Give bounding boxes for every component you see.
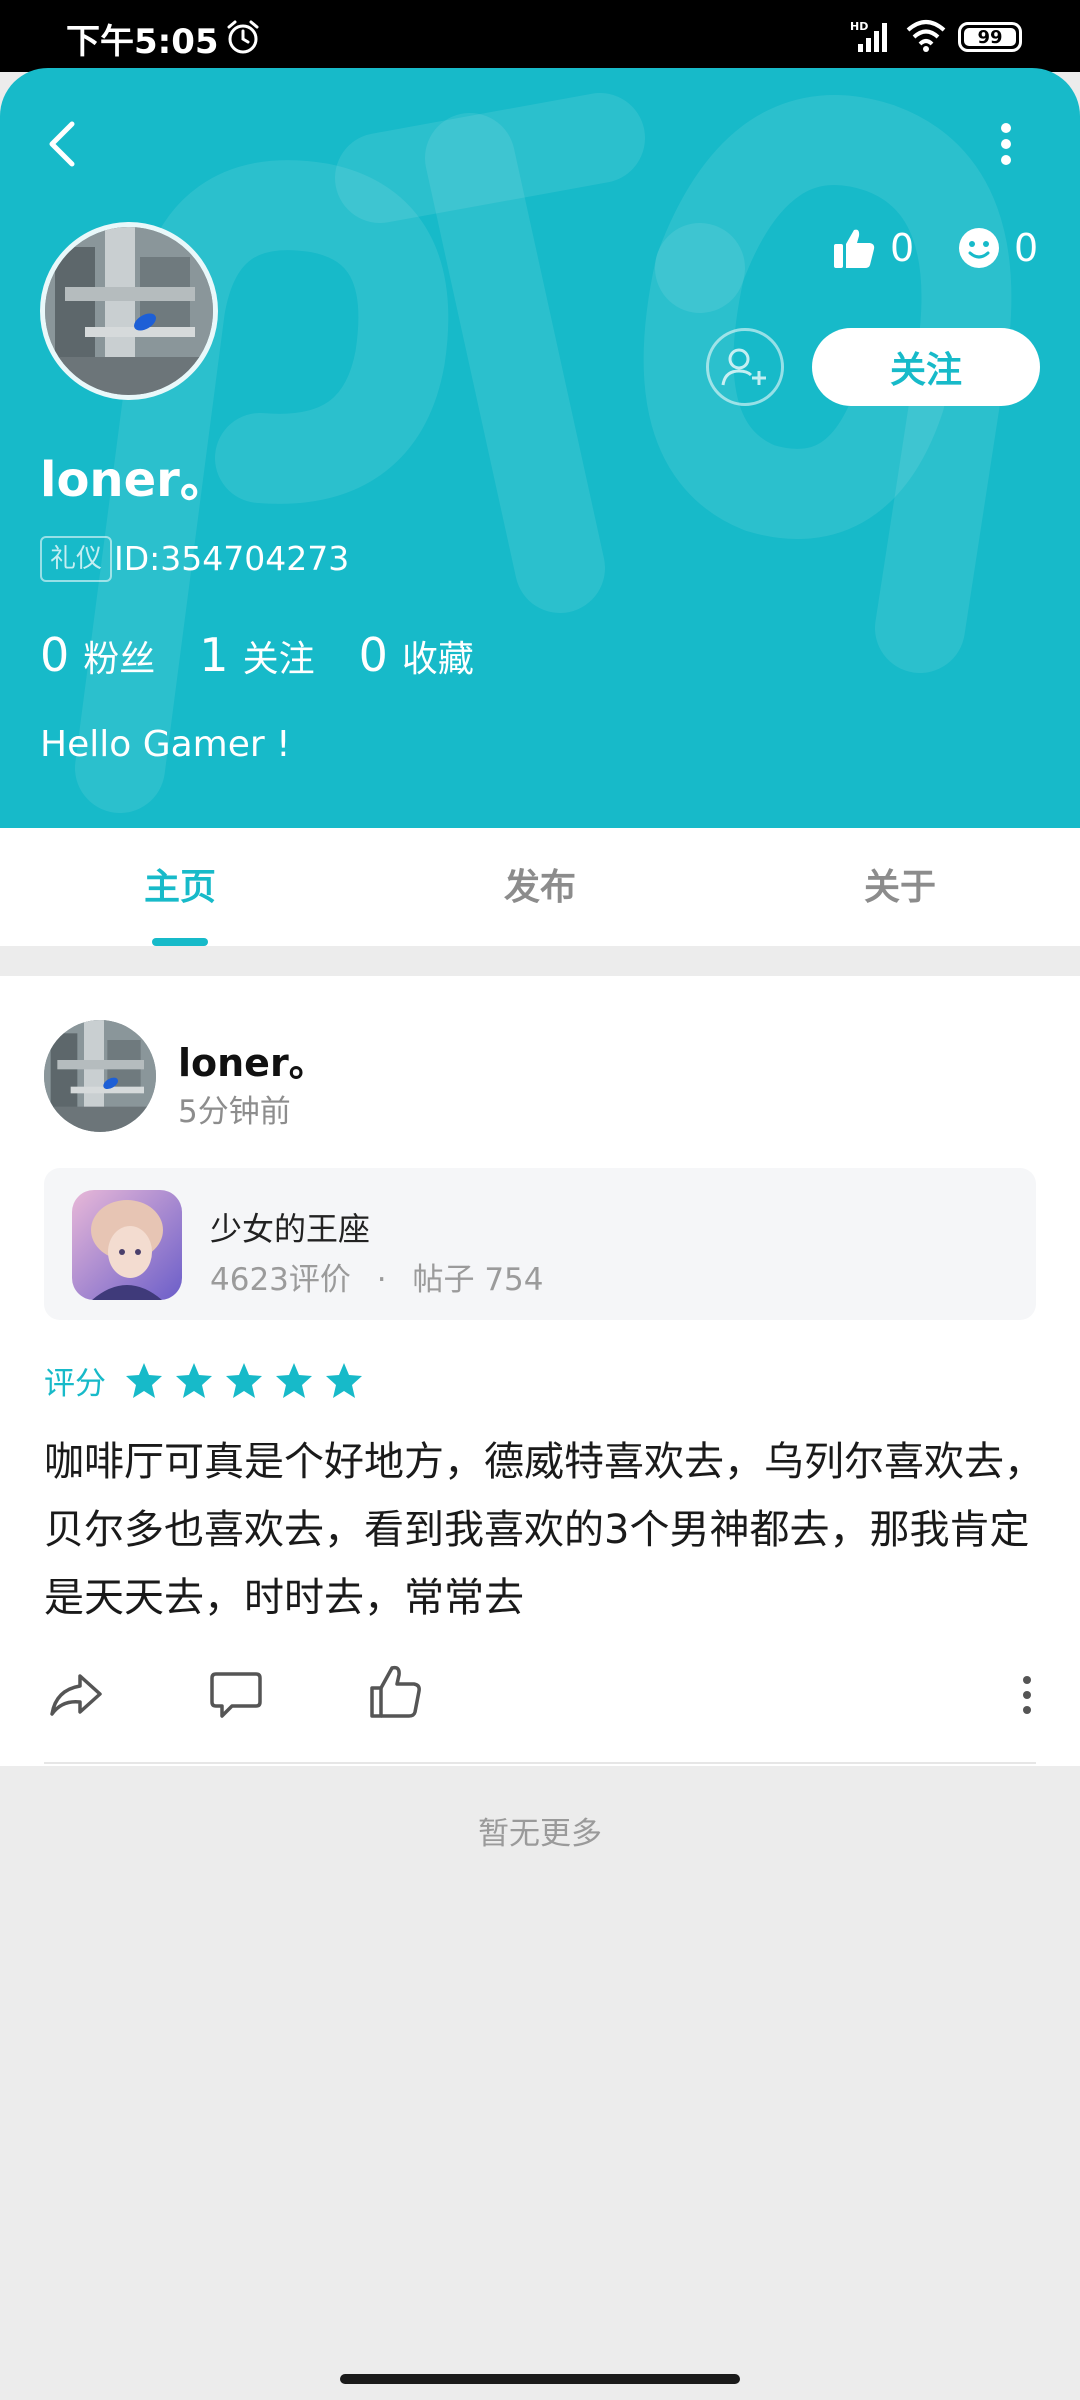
meta-separator: ·: [376, 1262, 387, 1298]
post-more-icon[interactable]: [1020, 1672, 1034, 1718]
no-more-text: 暂无更多: [478, 1816, 602, 1852]
profile-avatar[interactable]: [40, 222, 218, 400]
comment-icon[interactable]: [208, 1666, 264, 1722]
post-card[interactable]: loner。 5分钟前 少女的王座 4623评价 · 帖子 754 评分 咖啡厅…: [0, 976, 1080, 1766]
avatar-image: [44, 1020, 156, 1132]
post-author-avatar[interactable]: [44, 1020, 156, 1132]
like-icon[interactable]: [368, 1662, 424, 1722]
etiquette-badge: 礼仪: [40, 536, 113, 582]
profile-bio: Hello Gamer !: [40, 724, 291, 765]
rating-stars: [124, 1361, 374, 1401]
tab-posts[interactable]: 发布: [360, 828, 720, 946]
status-time: 下午5:05: [66, 22, 219, 62]
game-reviews: 4623评价: [210, 1262, 351, 1298]
likes-stat[interactable]: 0: [832, 220, 914, 276]
thumbs-up-icon: [834, 229, 875, 268]
user-id: ID:354704273: [114, 539, 350, 578]
rating-label: 评分: [44, 1366, 106, 1402]
post-content[interactable]: 咖啡厅可真是个好地方，德威特喜欢去，乌列尔喜欢去，贝尔多也喜欢去，看到我喜欢的3…: [44, 1428, 1044, 1632]
game-icon: [72, 1190, 182, 1300]
profile-username: loner。: [40, 452, 228, 508]
star-icon: [276, 1362, 312, 1398]
post-timestamp: 5分钟前: [178, 1094, 291, 1130]
more-vertical-icon[interactable]: [986, 116, 1026, 172]
smiles-count: 0: [1014, 226, 1039, 270]
rating-row: 评分: [44, 1358, 374, 1403]
game-card[interactable]: 少女的王座 4623评价 · 帖子 754: [44, 1168, 1036, 1320]
share-icon[interactable]: [48, 1666, 104, 1722]
follow-button[interactable]: 关注: [812, 328, 1040, 406]
star-icon: [176, 1362, 212, 1398]
status-bar: 下午5:05 HD 99: [0, 0, 1080, 72]
star-icon: [126, 1362, 162, 1398]
followers-count[interactable]: 0: [40, 628, 69, 682]
profile-counts: 0 粉丝 1 关注 0 收藏: [40, 628, 518, 682]
svg-text:HD: HD: [850, 20, 868, 33]
following-label[interactable]: 关注: [243, 630, 315, 682]
game-meta: 4623评价 · 帖子 754: [210, 1254, 544, 1299]
tab-indicator: [152, 938, 208, 946]
post-author-name[interactable]: loner。: [178, 1032, 327, 1087]
avatar-image: [45, 227, 213, 395]
alarm-icon: [227, 20, 259, 54]
tab-about[interactable]: 关于: [720, 828, 1080, 946]
home-indicator[interactable]: [340, 2374, 740, 2384]
post-actions: [0, 1665, 1080, 1738]
favorites-count[interactable]: 0: [359, 628, 388, 682]
tab-home[interactable]: 主页: [0, 828, 360, 946]
likes-count: 0: [890, 226, 915, 270]
favorites-label[interactable]: 收藏: [402, 630, 474, 682]
add-friend-button[interactable]: [706, 328, 784, 406]
game-title: 少女的王座: [210, 1210, 371, 1248]
card-divider: [44, 1762, 1036, 1764]
game-posts: 帖子 754: [412, 1262, 544, 1298]
followers-label[interactable]: 粉丝: [83, 630, 155, 682]
battery-icon: 99: [958, 22, 1022, 52]
wifi-icon: [906, 20, 946, 52]
add-user-icon: [721, 348, 766, 386]
smiles-stat[interactable]: 0: [958, 220, 1038, 276]
back-arrow-icon[interactable]: [38, 112, 88, 176]
following-count[interactable]: 1: [199, 628, 228, 682]
smile-icon: [959, 228, 999, 268]
battery-level: 99: [977, 26, 1003, 48]
hd-signal-icon: HD: [850, 20, 887, 52]
star-icon: [326, 1362, 362, 1398]
profile-tabs: 主页 发布 关于: [0, 828, 1080, 946]
star-icon: [226, 1362, 262, 1398]
profile-page: 下午5:05 HD 99 0 0 关注 loner。 礼仪 ID:3547042…: [0, 0, 1080, 2400]
profile-header: 0 0 关注 loner。 礼仪 ID:354704273 0 粉丝 1 关注 …: [0, 68, 1080, 828]
